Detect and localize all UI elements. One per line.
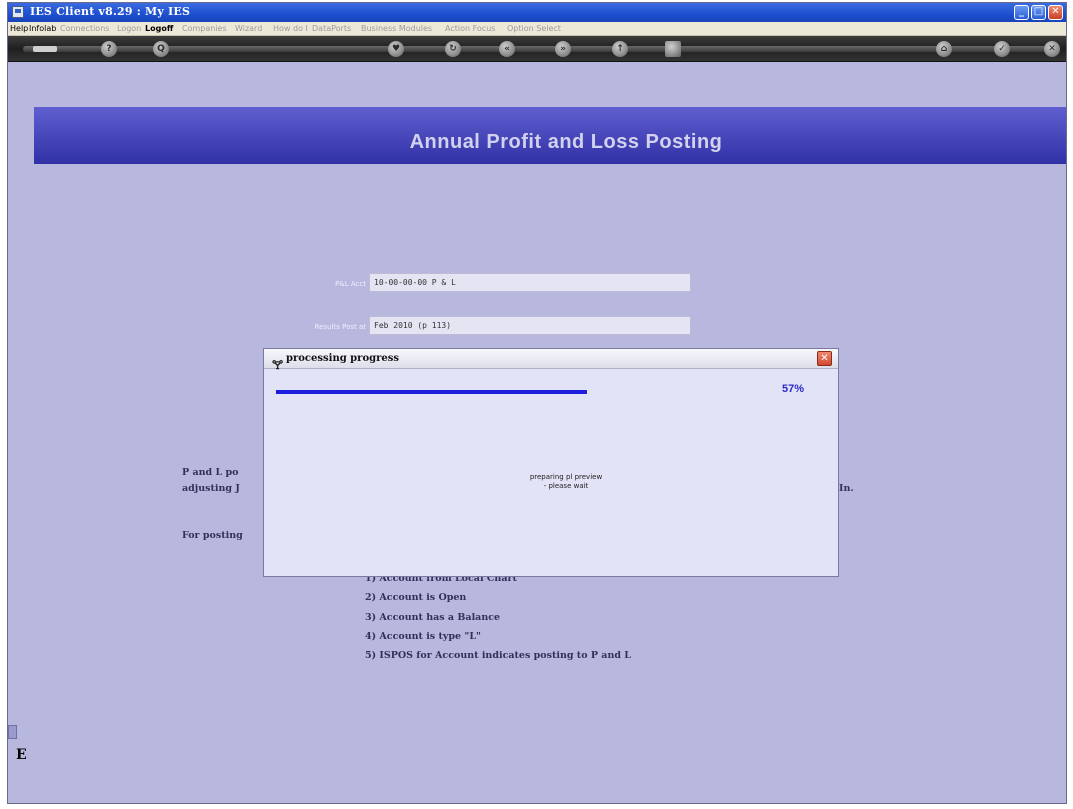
toolbar: ? Q ♥ ↻ « » ↑ ⌂ ✓ ✕ <box>8 36 1066 62</box>
info-line-2-end: In. <box>839 483 854 494</box>
maximize-button[interactable]: □ <box>1031 5 1046 20</box>
refresh-icon[interactable]: ↻ <box>445 41 461 57</box>
menu-infolab[interactable]: Infolab <box>29 24 56 33</box>
window-titlebar[interactable]: IES Client v8.29 : My IES _ □ ✕ <box>8 3 1066 22</box>
menu-bar: Help Infolab Connections Logon Logoff Co… <box>8 22 1066 36</box>
progress-message-line-1: preparing pl preview <box>529 473 603 481</box>
fast-forward-icon[interactable]: » <box>555 41 571 57</box>
check-icon[interactable]: ✓ <box>994 41 1010 57</box>
results-post-field[interactable]: Feb 2010 (p 113) <box>369 316 691 335</box>
dialog-title: processing progress <box>286 353 399 364</box>
rewind-icon[interactable]: « <box>499 41 515 57</box>
progress-fill <box>276 390 587 394</box>
info-line-1: P and L po <box>182 467 239 478</box>
pl-acct-label: P&L Acct <box>335 280 366 288</box>
info-line-3: For posting <box>182 530 243 541</box>
menu-logon[interactable]: Logon <box>117 24 141 33</box>
home-icon[interactable]: ⌂ <box>936 41 952 57</box>
side-tab[interactable] <box>8 725 17 739</box>
close-window-button[interactable]: ✕ <box>1048 5 1063 20</box>
dialog-close-button[interactable]: ✕ <box>817 351 832 366</box>
progress-dialog: 🝖 processing progress ✕ 57% preparing pl… <box>263 348 839 577</box>
rule-item-2: 2) Account is Open <box>365 592 467 603</box>
menu-help[interactable]: Help <box>10 24 28 33</box>
rule-item-4: 4) Account is type "L" <box>365 631 481 642</box>
results-post-label: Results Post at <box>314 323 366 331</box>
menu-business-modules[interactable]: Business Modules <box>361 24 432 33</box>
page-title: Annual Profit and Loss Posting <box>409 131 723 153</box>
progress-message: preparing pl preview - please wait <box>264 473 838 491</box>
menu-how-do-i[interactable]: How do I <box>273 24 308 33</box>
heart-icon[interactable]: ♥ <box>388 41 404 57</box>
window-title: IES Client v8.29 : My IES <box>30 5 191 18</box>
app-icon <box>12 6 24 18</box>
pl-acct-field[interactable]: 10-00-00-00 P & L <box>369 273 691 292</box>
menu-logoff[interactable]: Logoff <box>145 24 173 33</box>
menu-companies[interactable]: Companies <box>182 24 227 33</box>
menu-dataports[interactable]: DataPorts <box>312 24 351 33</box>
menu-wizard[interactable]: Wizard <box>235 24 262 33</box>
stop-icon[interactable] <box>665 41 681 57</box>
rule-item-5: 5) ISPOS for Account indicates posting t… <box>365 650 631 661</box>
progress-bar <box>276 390 822 394</box>
info-line-2: adjusting J <box>182 483 240 494</box>
progress-message-line-2: - please wait <box>543 482 589 490</box>
toolbar-rail <box>23 46 1060 52</box>
progress-percent: 57% <box>781 383 804 395</box>
key-icon[interactable] <box>33 46 57 52</box>
menu-action-focus[interactable]: Action Focus <box>445 24 495 33</box>
title-banner: Annual Profit and Loss Posting <box>34 107 1066 164</box>
help-icon[interactable]: ? <box>101 41 117 57</box>
close-icon[interactable]: ✕ <box>1044 41 1060 57</box>
app-window: IES Client v8.29 : My IES _ □ ✕ Help Inf… <box>7 2 1067 804</box>
minimize-button[interactable]: _ <box>1014 5 1029 20</box>
menu-option-select[interactable]: Option Select <box>507 24 561 33</box>
side-mark: E <box>16 747 27 763</box>
menu-connections[interactable]: Connections <box>60 24 109 33</box>
rule-item-3: 3) Account has a Balance <box>365 612 501 623</box>
dialog-body: 57% preparing pl preview - please wait <box>264 369 838 578</box>
search-icon[interactable]: Q <box>153 41 169 57</box>
dialog-titlebar[interactable]: 🝖 processing progress ✕ <box>264 349 838 372</box>
upload-icon[interactable]: ↑ <box>612 41 628 57</box>
